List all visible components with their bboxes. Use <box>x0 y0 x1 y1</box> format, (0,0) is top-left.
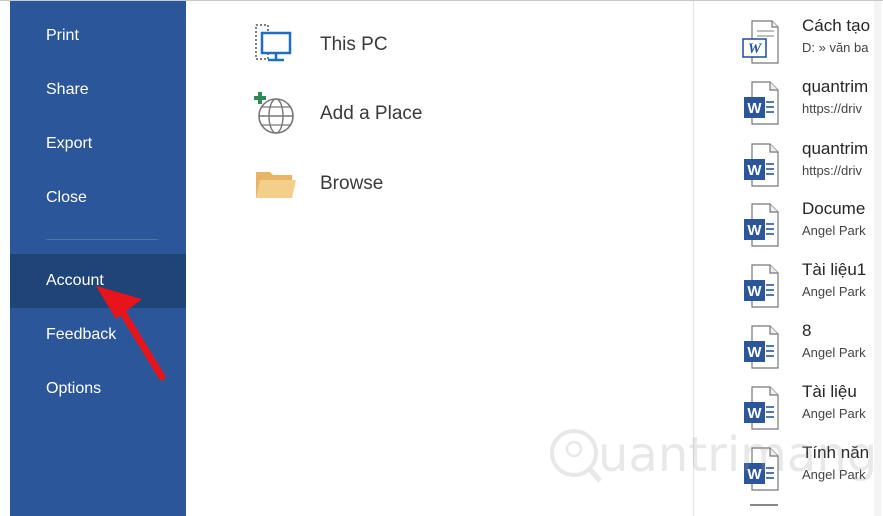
word-doc-icon: W <box>744 81 779 125</box>
document-path: Angel Park <box>802 223 866 238</box>
location-browse[interactable]: Browse <box>250 160 550 208</box>
nav-item-share[interactable]: Share <box>10 63 186 117</box>
location-this-pc[interactable]: This PC <box>250 21 550 69</box>
word-doc-icon: W <box>744 264 779 308</box>
document-name: Docume <box>802 199 866 218</box>
add-place-globe-icon <box>254 92 294 134</box>
nav-separator <box>46 239 158 240</box>
backstage-nav: Print Share Export Close Account Feedbac… <box>10 1 186 516</box>
document-name: 8 <box>802 321 812 340</box>
recent-document-row[interactable]: W Tài liệu1 Angel Park <box>740 259 881 319</box>
document-path: https://driv <box>802 101 862 116</box>
svg-text:W: W <box>748 41 763 57</box>
document-path: Angel Park <box>802 345 866 360</box>
recent-document-row[interactable]: W quantrim https://driv <box>740 138 881 198</box>
word-doc-icon: W <box>744 386 779 430</box>
nav-item-feedback[interactable]: Feedback <box>10 308 186 362</box>
watermark-logo-icon <box>550 429 602 483</box>
location-label: Add a Place <box>320 103 423 124</box>
recent-document-row[interactable]: W 8 Angel Park <box>740 320 881 380</box>
nav-item-label: Share <box>46 81 89 98</box>
nav-item-label: Print <box>46 27 79 44</box>
document-name: Tài liệu1 <box>802 260 867 279</box>
svg-text:W: W <box>747 466 762 483</box>
recent-document-row[interactable]: W Docume Angel Park <box>740 198 881 258</box>
nav-item-close[interactable]: Close <box>10 171 186 225</box>
nav-item-label: Account <box>46 272 104 289</box>
svg-text:W: W <box>747 344 762 361</box>
location-label: This PC <box>320 34 388 55</box>
word-doc-icon: W <box>744 203 779 247</box>
computer-icon <box>255 24 292 62</box>
recent-document-row[interactable]: W Tài liệu Angel Park <box>740 381 881 441</box>
location-label: Browse <box>320 173 384 194</box>
word-legacy-doc-icon: W <box>742 20 779 64</box>
recent-list-scrollbar[interactable] <box>874 1 881 516</box>
svg-text:W: W <box>747 405 762 422</box>
recent-document-row[interactable]: W quantrim https://driv <box>740 76 881 136</box>
document-path: Angel Park <box>802 284 866 299</box>
nav-item-label: Close <box>46 189 87 206</box>
pane-divider <box>693 1 694 516</box>
recent-documents-list: W Cách tạo D: » văn ba W quantrim https:… <box>740 1 881 516</box>
word-doc-icon: W <box>744 143 779 187</box>
partial-document-icon <box>750 504 778 506</box>
nav-item-print[interactable]: Print <box>10 9 186 63</box>
nav-item-label: Export <box>46 135 93 152</box>
recent-document-row[interactable]: W Cách tạo D: » văn ba <box>740 15 881 75</box>
svg-text:W: W <box>747 222 762 239</box>
folder-icon <box>256 172 296 198</box>
nav-item-account[interactable]: Account <box>10 254 186 308</box>
nav-item-export[interactable]: Export <box>10 117 186 171</box>
document-name: quantrim <box>802 139 869 158</box>
backstage-view: Print Share Export Close Account Feedbac… <box>0 0 883 516</box>
nav-item-label: Options <box>46 380 102 397</box>
document-path: https://driv <box>802 163 862 178</box>
document-name: Cách tạo <box>802 16 871 35</box>
location-add-place[interactable]: Add a Place <box>250 90 550 138</box>
document-path: Angel Park <box>802 467 866 482</box>
document-path: D: » văn ba <box>802 40 869 55</box>
word-doc-icon: W <box>744 325 779 369</box>
word-doc-icon: W <box>744 447 779 491</box>
nav-item-label: Feedback <box>46 326 117 343</box>
document-path: Angel Park <box>802 406 866 421</box>
svg-text:W: W <box>747 100 762 117</box>
document-name: Tài liệu <box>802 382 857 401</box>
svg-text:W: W <box>747 162 762 179</box>
svg-text:W: W <box>747 283 762 300</box>
nav-item-options[interactable]: Options <box>10 362 186 416</box>
document-name: Tính năn <box>802 443 870 462</box>
document-name: quantrim <box>802 77 869 96</box>
recent-document-row[interactable]: W Tính năn Angel Park <box>740 442 881 502</box>
